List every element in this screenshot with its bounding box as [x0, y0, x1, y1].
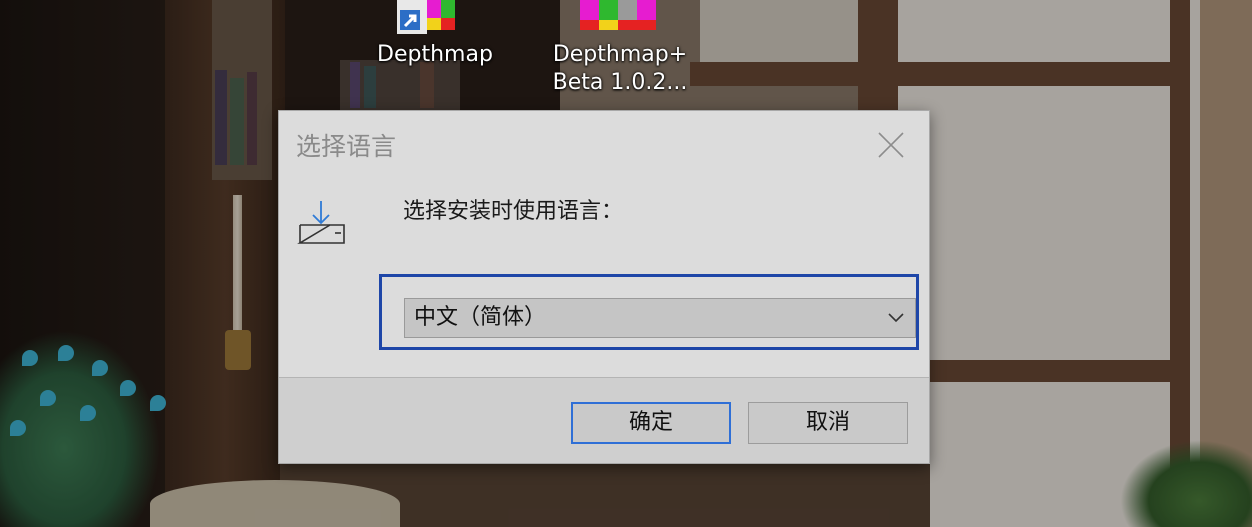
language-select-value: 中文（简体）	[414, 305, 547, 330]
desktop-icon-depthmap[interactable]: Depthmap	[355, 0, 515, 80]
ok-button[interactable]: 确定	[571, 402, 731, 444]
language-dialog: 选择语言 选择安装时使用语言： 中文（简体） 确定 取消	[278, 110, 930, 464]
chevron-down-icon	[888, 313, 904, 323]
desktop-icon-label-line2: Beta 1.0.2...	[552, 70, 688, 95]
depthmap-app-icon	[397, 0, 455, 34]
dialog-title: 选择语言	[296, 132, 397, 161]
desktop-icon-depthmap-beta[interactable]: Depthmap+ Beta 1.0.2...	[530, 0, 710, 110]
depthmap-beta-app-icon	[580, 0, 656, 30]
desktop-icon-label: Depthmap	[377, 42, 493, 67]
language-select[interactable]: 中文（简体）	[404, 298, 916, 338]
language-select-focus-ring: 中文（简体）	[379, 274, 919, 350]
close-icon	[878, 132, 904, 158]
dialog-footer: 确定 取消	[279, 378, 929, 463]
cancel-button[interactable]: 取消	[748, 402, 908, 444]
install-tray-icon	[297, 201, 345, 244]
desktop-icon-label-line1: Depthmap+	[552, 42, 688, 67]
close-button[interactable]	[869, 125, 913, 165]
prompt-text: 选择安装时使用语言：	[403, 199, 624, 224]
